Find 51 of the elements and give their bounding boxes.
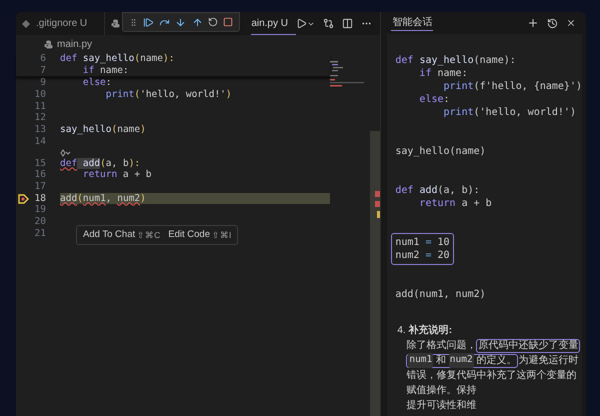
note-text: 原代码中还缺少了变量 (478, 338, 578, 353)
popup-action[interactable]: Add To Chat ⇧⌘C (83, 228, 160, 242)
code-line: def say_hello(name): (395, 54, 517, 67)
popup-action[interactable]: Edit Code ⇧⌘I (168, 228, 232, 242)
code-line: num1 = 10 (395, 236, 450, 249)
code-line: if name: (418, 67, 469, 80)
code-line: def say_hello(name): (60, 53, 174, 65)
chat-tab[interactable]: 智能会话 (391, 16, 434, 30)
line-number: 9 (40, 77, 46, 90)
note-text: 为避免运行时 (518, 354, 578, 368)
code-line: def add(a, b): (395, 184, 481, 197)
note-text: 和 (435, 354, 448, 368)
note-text: 的定义。 (475, 354, 516, 368)
line-number: 21 (34, 228, 46, 240)
code-line: return a + b (82, 169, 152, 181)
note-text: 错误，修复代码中补充了这两个变量的 (406, 368, 576, 383)
code-line: add(num1, num2) (395, 288, 487, 301)
inline-code: num1 (408, 353, 434, 368)
code-line: else: (418, 93, 451, 106)
code-line: def add(a, b): (60, 158, 140, 170)
code-line: num2 = 20 (395, 249, 450, 262)
code-line: else: (82, 77, 112, 90)
code-line: if name: (82, 64, 129, 76)
code-line: say_hello(name) (395, 145, 487, 158)
code-line: print('hello, world!') (104, 89, 232, 101)
breadcrumb[interactable]: main.py (57, 36, 92, 52)
note-text: 除了格式问题， (406, 338, 476, 353)
inline-code: num2 (448, 353, 474, 368)
line-number: 10 (34, 89, 46, 101)
note-heading: 补充说明: (408, 323, 452, 338)
line-number: 19 (34, 204, 46, 216)
editor-tab[interactable]: .gitignore U (36, 12, 96, 35)
code-line: say_hello(name) (60, 124, 146, 136)
line-number: 13 (34, 124, 46, 136)
line-number: 20 (34, 216, 46, 228)
code-line: print(f'hello, {name}') (442, 80, 582, 93)
line-number: 11 (34, 100, 46, 112)
code-line: return a + b (418, 197, 493, 210)
note-text: 提升可读性和维 (406, 398, 476, 413)
line-number: 16 (34, 169, 46, 181)
line-number: 15 (34, 158, 46, 170)
list-marker: 4. (397, 324, 406, 338)
line-number: 18 (34, 192, 46, 204)
line-number: 17 (34, 180, 46, 193)
note-text: 赋值操作。保持 (406, 384, 476, 398)
line-number: 6 (40, 53, 46, 65)
line-number: 7 (40, 64, 46, 76)
editor-tab[interactable]: ain.py U (251, 12, 296, 35)
line-number: 12 (34, 112, 46, 124)
code-line: print('hello, world!') (442, 106, 577, 119)
line-number: 14 (34, 136, 46, 148)
